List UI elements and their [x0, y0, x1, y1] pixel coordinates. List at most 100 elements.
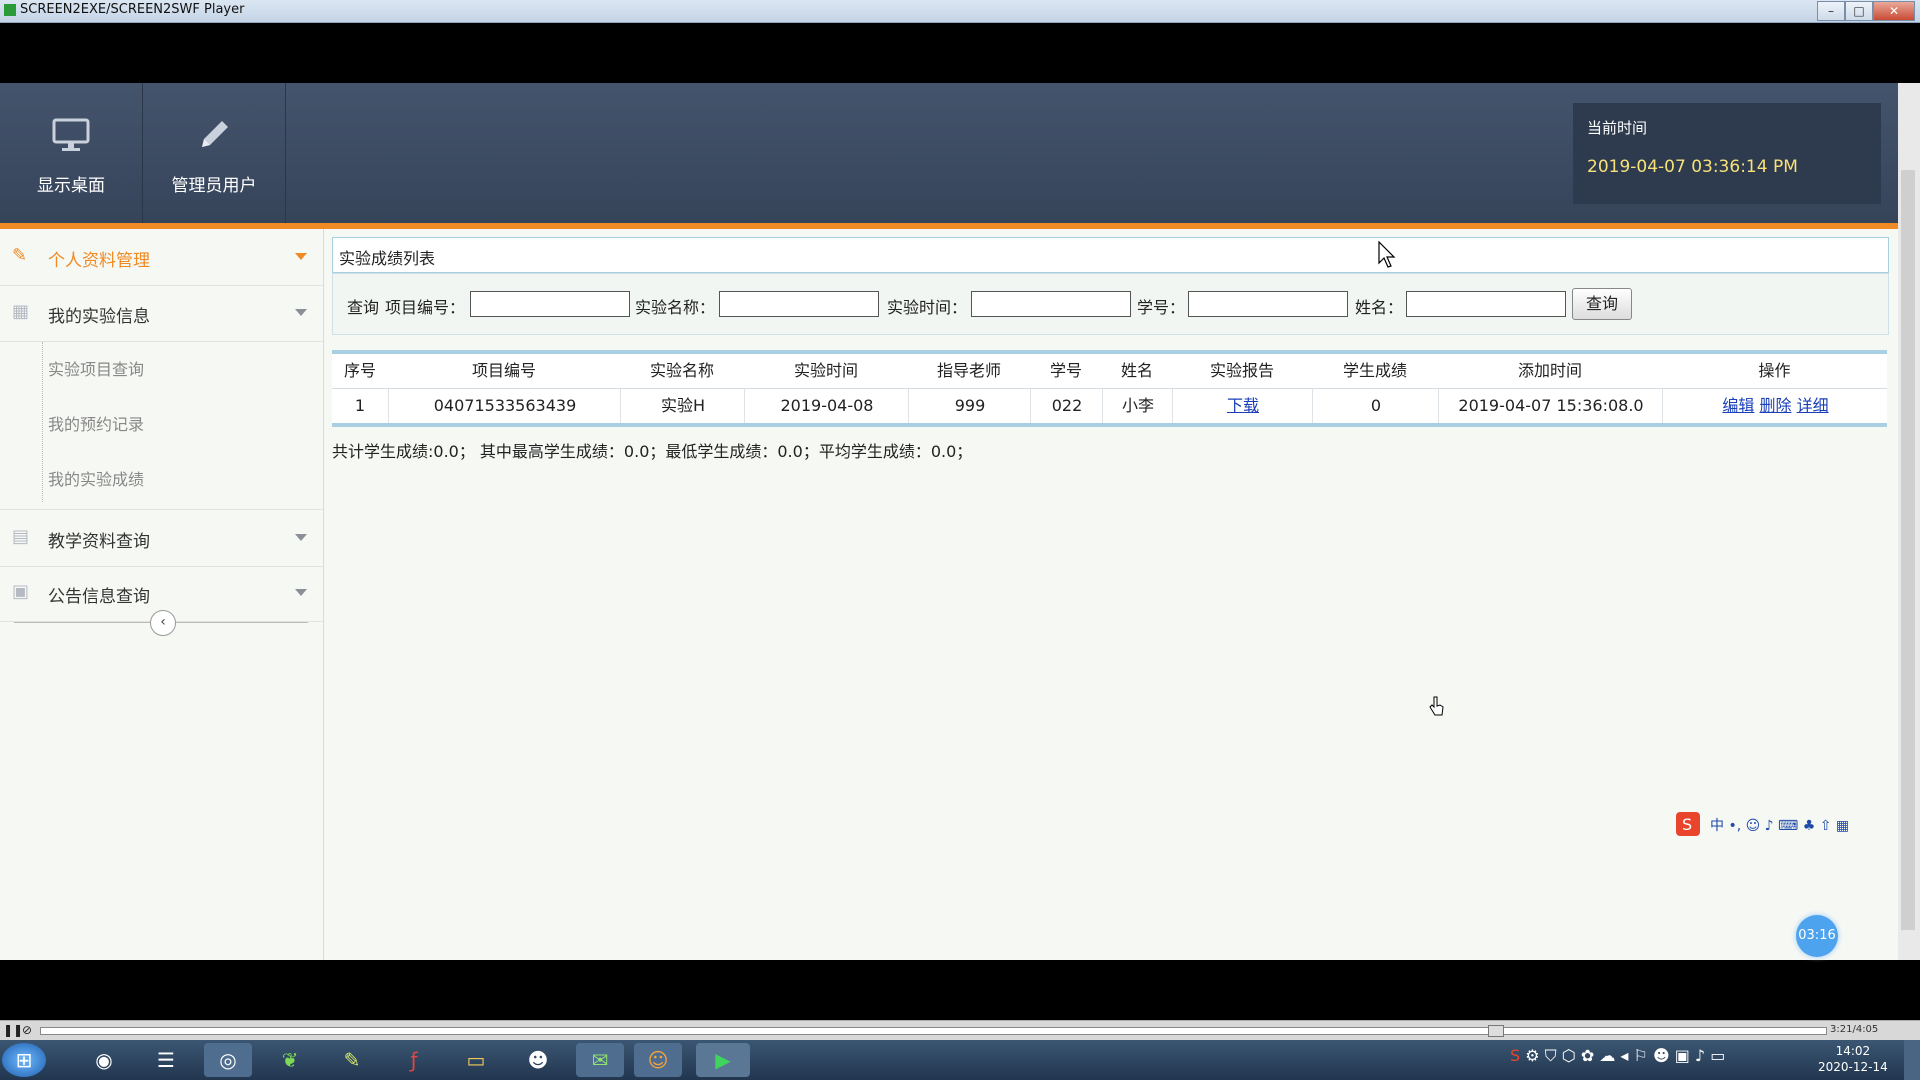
pause-icon[interactable]: ❚❚ — [3, 1023, 23, 1037]
admin-user-button[interactable]: 管理员用户 — [143, 83, 286, 223]
table-cell: 2019-04-08 — [744, 389, 909, 423]
leaf-app-icon[interactable]: ❦ — [266, 1043, 314, 1077]
column-header: 项目编号 — [471, 361, 536, 380]
column-header: 操作 — [1758, 361, 1791, 380]
column-header: 添加时间 — [1517, 361, 1582, 380]
student-id-label: 学号： — [1137, 298, 1186, 317]
window-title: SCREEN2EXE/SCREEN2SWF Player — [20, 2, 245, 17]
submenu-item-my-scores[interactable]: 我的实验成绩 — [48, 466, 144, 490]
qq-icon[interactable]: ☻ — [514, 1043, 562, 1077]
system-tray[interactable]: S ⚙ ⛉ ⬡ ✿ ☁ ◂ ⚐ ☻ ▣ ♪ ▭ — [1510, 1046, 1725, 1066]
pencil-icon — [202, 121, 228, 147]
sidebar-item-label: 公告信息查询 — [48, 587, 150, 607]
sidebar-item-label: 个人资料管理 — [48, 251, 150, 271]
table-cell: 实验H — [620, 389, 745, 423]
sidebar-item-label: 我的实验信息 — [48, 307, 150, 327]
sogou-tray-icon[interactable]: S — [1510, 1046, 1520, 1065]
delete-link[interactable]: 删除 — [1759, 396, 1791, 415]
flash-icon[interactable]: ƒ — [390, 1043, 438, 1077]
panel-header: 实验成绩列表 — [332, 237, 1889, 273]
sidebar-item-my-experiments[interactable]: ▦ 我的实验信息 — [0, 285, 323, 342]
svg-text:S: S — [1682, 815, 1692, 834]
scrollbar-thumb[interactable] — [1901, 170, 1915, 930]
chevron-down-icon — [295, 534, 307, 541]
submenu-guide-line — [42, 342, 43, 502]
experiment-name-label: 实验名称： — [635, 298, 716, 317]
folder-icon[interactable]: ▭ — [452, 1043, 500, 1077]
show-desktop-corner[interactable] — [1904, 1040, 1920, 1080]
table-cell: 04071533563439 — [388, 389, 621, 423]
player-app-icon[interactable]: ▶ — [696, 1043, 750, 1077]
show-desktop-button[interactable]: 显示桌面 — [0, 83, 143, 223]
chevron-down-icon — [295, 589, 307, 596]
chevron-down-icon — [295, 253, 307, 260]
sidebar-item-teaching-materials[interactable]: ▤ 教学资料查询 — [0, 509, 323, 567]
app-window: 显示桌面 管理员用户 当前时间 2019-04-07 03:36:14 PM ✎… — [0, 83, 1898, 960]
current-time-value: 2019-04-07 03:36:14 PM — [1587, 157, 1798, 177]
admin-user-label: 管理员用户 — [171, 176, 257, 196]
collapse-sidebar-button[interactable]: ‹ — [150, 610, 176, 636]
recording-timer-badge[interactable]: 03:16 — [1796, 915, 1838, 957]
experiment-time-input[interactable] — [971, 291, 1131, 317]
maximize-button[interactable]: □ — [1845, 1, 1873, 21]
calendar-icon: ▣ — [12, 581, 30, 602]
panel-title: 实验成绩列表 — [339, 249, 436, 268]
browser-icon[interactable]: ◎ — [204, 1043, 252, 1077]
search-prefix-label: 查询 — [347, 298, 380, 317]
project-id-label: 项目编号： — [385, 298, 466, 317]
search-bar: 查询 项目编号： 实验名称： 实验时间： 学号： 姓名： 查询 — [332, 273, 1889, 335]
chevron-down-icon — [295, 309, 307, 316]
project-id-input[interactable] — [470, 291, 630, 317]
app-icon[interactable]: ☰ — [142, 1043, 190, 1077]
column-header: 学号 — [1049, 361, 1082, 380]
playback-time: 3:21/4:05 — [1830, 1024, 1879, 1035]
query-button[interactable]: 查询 — [1572, 288, 1632, 320]
table-cell: 999 — [908, 389, 1031, 423]
top-navbar: 显示桌面 管理员用户 当前时间 2019-04-07 03:36:14 PM — [0, 83, 1898, 223]
current-time-panel: 当前时间 2019-04-07 03:36:14 PM — [1573, 103, 1881, 204]
detail-link[interactable]: 详细 — [1797, 396, 1829, 415]
table-row: 1 04071533563439 实验H 2019-04-08 999 022 … — [332, 389, 1887, 423]
name-label: 姓名： — [1355, 298, 1404, 317]
sidebar-item-label: 教学资料查询 — [48, 532, 150, 552]
close-button[interactable]: ✕ — [1873, 1, 1915, 21]
submenu-item-reservations[interactable]: 我的预约记录 — [48, 411, 144, 435]
column-header: 实验报告 — [1209, 361, 1274, 380]
column-header: 学生成绩 — [1342, 361, 1407, 380]
table-cell: 022 — [1030, 389, 1103, 423]
notepad-icon[interactable]: ✎ — [328, 1043, 376, 1077]
experiment-name-input[interactable] — [719, 291, 879, 317]
window-titlebar: SCREEN2EXE/SCREEN2SWF Player – □ ✕ — [0, 0, 1920, 23]
ime-toolbar[interactable]: S 中 •, ☺ ♪ ⌨ ♣ ⇧ ▦ — [1676, 811, 1886, 837]
download-report-link[interactable]: 下载 — [1227, 396, 1259, 415]
score-summary: 共计学生成绩:0.0； 其中最高学生成绩：0.0；最低学生成绩：0.0；平均学生… — [332, 442, 973, 461]
column-header: 实验名称 — [649, 361, 714, 380]
playback-progress-track[interactable] — [40, 1027, 1827, 1035]
stop-icon[interactable]: ⊘ — [22, 1023, 32, 1037]
tray-icons[interactable]: ⚙ ⛉ ⬡ ✿ ☁ ◂ ⚐ ☻ ▣ ♪ ▭ — [1525, 1046, 1725, 1065]
edit-link[interactable]: 编辑 — [1722, 396, 1754, 415]
clock-date: 2020-12-14 — [1818, 1060, 1888, 1074]
pencil-icon: ✎ — [12, 245, 28, 266]
table-cell: 1 — [354, 396, 366, 415]
column-header: 序号 — [343, 361, 376, 380]
current-time-label: 当前时间 — [1587, 119, 1648, 137]
scores-table: 序号 项目编号 实验名称 实验时间 指导老师 学号 姓名 实验报告 学生成绩 添… — [332, 350, 1887, 427]
minimize-button[interactable]: – — [1817, 1, 1845, 21]
sidebar-item-profile[interactable]: ✎ 个人资料管理 — [0, 229, 323, 286]
column-header: 实验时间 — [793, 361, 858, 380]
taskbar-clock[interactable]: 14:02 2020-12-14 — [1818, 1043, 1888, 1075]
start-button[interactable]: ⊞ — [2, 1043, 46, 1077]
svg-text:中 •, ☺ ♪ ⌨ ♣ ⇧ ▦: 中 •, ☺ ♪ ⌨ ♣ ⇧ ▦ — [1710, 818, 1849, 834]
chrome-icon[interactable]: ◉ — [80, 1043, 128, 1077]
submenu-item-project-query[interactable]: 实验项目查询 — [48, 356, 144, 380]
student-id-input[interactable] — [1188, 291, 1348, 317]
experiment-time-label: 实验时间： — [887, 298, 968, 317]
playback-progress-knob[interactable] — [1488, 1025, 1504, 1037]
name-input[interactable] — [1406, 291, 1566, 317]
table-cell: 2019-04-07 15:36:08.0 — [1438, 389, 1663, 423]
chat-app-icon[interactable]: ☺ — [634, 1043, 682, 1077]
wechat-icon[interactable]: ✉ — [576, 1043, 624, 1077]
table-header-row: 序号 项目编号 实验名称 实验时间 指导老师 学号 姓名 实验报告 学生成绩 添… — [332, 354, 1887, 389]
column-header: 指导老师 — [936, 361, 1001, 380]
